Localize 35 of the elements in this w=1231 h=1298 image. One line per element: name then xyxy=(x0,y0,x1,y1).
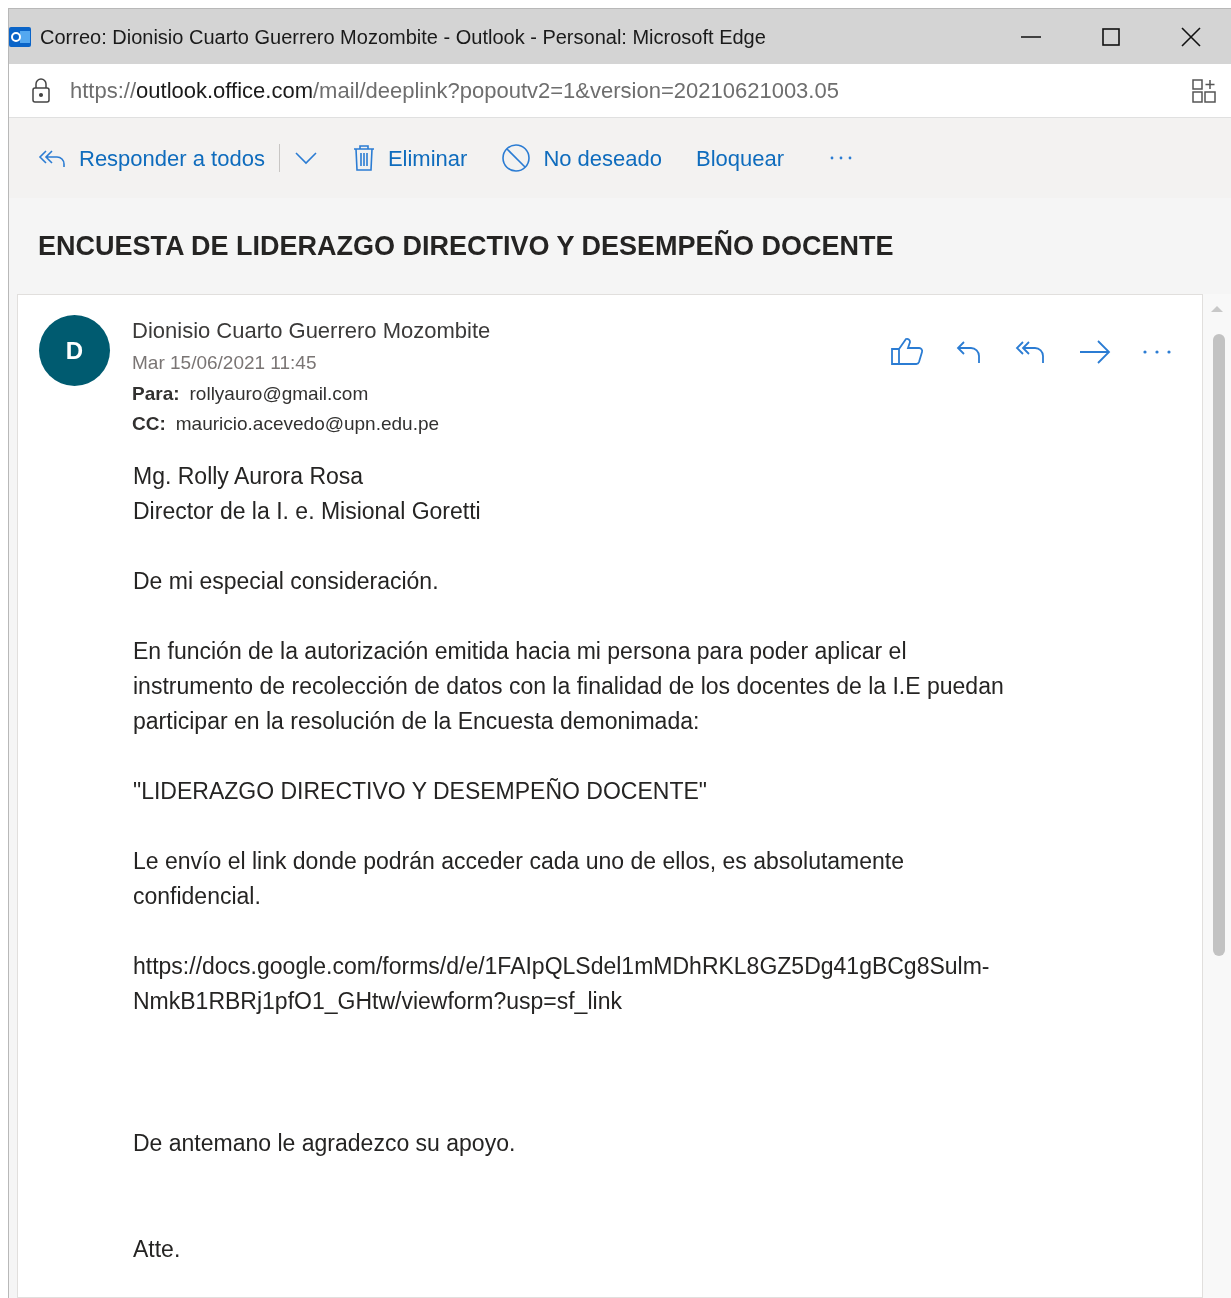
lock-icon xyxy=(31,77,51,104)
url-text[interactable]: https://outlook.office.com/mail/deeplink?popoutv2=1&version=20210621003.05 xyxy=(70,74,839,107)
scrollbar-thumb[interactable] xyxy=(1213,334,1225,956)
message-paragraph: Mg. Rolly Aurora Rosa Director de la I. e. Misional Goretti xyxy=(133,462,481,526)
recipient-address[interactable]: rollyauro@gmail.com xyxy=(189,379,369,409)
recipient-address[interactable]: mauricio.acevedo@upn.edu.pe xyxy=(175,409,440,439)
recipient-label: Para: xyxy=(132,382,180,406)
more-icon xyxy=(830,156,853,160)
message-paragraph: "LIDERAZGO DIRECTIVO Y DESEMPEÑO DOCENTE" xyxy=(133,777,707,806)
sent-date: Mar 15/06/2021 11:45 xyxy=(132,351,318,375)
minimize-icon xyxy=(1021,35,1041,38)
message-paragraph: De mi especial consideración. xyxy=(133,567,439,596)
collections-icon[interactable] xyxy=(1191,77,1217,104)
toolbar-button[interactable]: Eliminar xyxy=(351,138,468,178)
toolbar-button[interactable]: Bloquear xyxy=(696,138,785,178)
window-title: Correo: Dionisio Cuarto Guerrero Mozombite - Outlook - Personal: Microsoft Edge xyxy=(40,24,766,50)
message-paragraph: https://docs.google.com/forms/d/e/1FAIpQLSdel1mMDhRKL8GZ5Dg41gBCg8Sulm- NmkB1RBRj1pfO1_GHtw/viewform?usp=sf_link xyxy=(133,952,990,1016)
email-subject: ENCUESTA DE LIDERAZGO DIRECTIVO Y DESEMPEÑO DOCENTE xyxy=(38,229,894,263)
chevron-down-icon xyxy=(293,151,318,165)
trash-icon xyxy=(351,144,376,172)
close-icon xyxy=(1181,26,1201,47)
thumbs-up-icon[interactable] xyxy=(890,337,924,367)
forward-icon[interactable] xyxy=(1078,339,1112,365)
message-paragraph: Le envío el link donde podrán acceder cada uno de ellos, es absolutamente confidencial. xyxy=(133,847,905,911)
message-paragraph: Atte. xyxy=(133,1235,181,1264)
more-icon[interactable] xyxy=(1142,350,1172,354)
avatar: D xyxy=(39,315,110,386)
toolbar-button[interactable]: No deseado xyxy=(501,138,663,178)
sender-name[interactable]: Dionisio Cuarto Guerrero Mozombite xyxy=(132,315,491,347)
message-paragraph: De antemano le agradezco su apoyo. xyxy=(133,1129,516,1158)
message-paragraph: En función de la autorización emitida hacia mi persona para poder aplicar el instrumento de recolección de datos con la finalidad de los docentes de la I.E puedan participar en la resolución de la Encuesta demonimada: xyxy=(133,637,1004,736)
recipient-label: CC: xyxy=(132,412,166,436)
toolbar-button[interactable]: Responder a todos xyxy=(37,138,265,178)
maximize-icon xyxy=(1102,27,1120,46)
blocked-icon xyxy=(501,143,532,173)
